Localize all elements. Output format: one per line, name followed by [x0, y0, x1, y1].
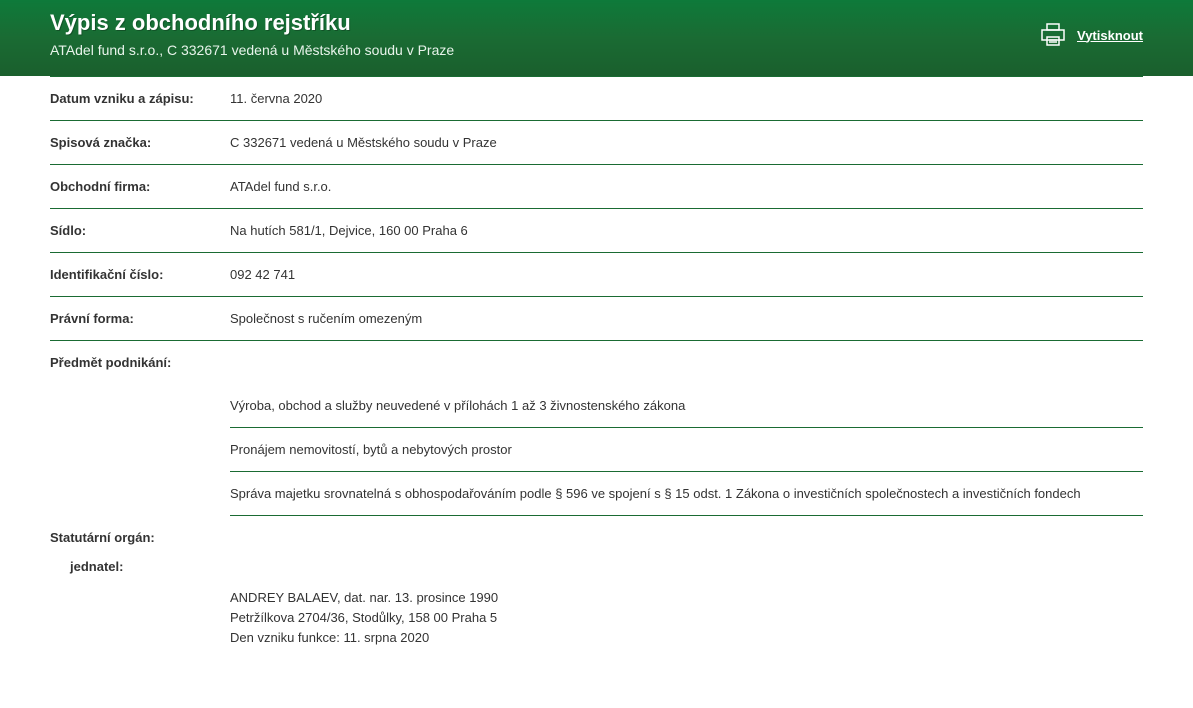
label-predmet: Předmět podnikání:	[50, 341, 1143, 384]
row-ic: Identifikační číslo: 092 42 741	[50, 253, 1143, 297]
label-spisova: Spisová značka:	[50, 135, 230, 150]
predmet-item: Výroba, obchod a služby neuvedené v příl…	[230, 384, 1143, 428]
predmet-item: Pronájem nemovitostí, bytů a nebytových …	[230, 427, 1143, 472]
label-jednatel: jednatel:	[50, 549, 1143, 578]
content-area: Datum vzniku a zápisu: 11. června 2020 S…	[0, 76, 1193, 698]
value-firma: ATAdel fund s.r.o.	[230, 179, 1143, 194]
page-subtitle: ATAdel fund s.r.o., C 332671 vedená u Mě…	[50, 42, 1143, 58]
page-title: Výpis z obchodního rejstříku	[50, 10, 1143, 36]
label-sidlo: Sídlo:	[50, 223, 230, 238]
row-datum: Datum vzniku a zápisu: 11. června 2020	[50, 76, 1143, 121]
row-spisova: Spisová značka: C 332671 vedená u Městsk…	[50, 121, 1143, 165]
label-firma: Obchodní firma:	[50, 179, 230, 194]
predmet-item: Správa majetku srovnatelná s obhospodařo…	[230, 471, 1143, 516]
value-spisova: C 332671 vedená u Městského soudu v Praz…	[230, 135, 1143, 150]
predmet-list: Výroba, obchod a služby neuvedené v příl…	[50, 384, 1143, 516]
print-area: Vytisknout	[1039, 22, 1143, 48]
row-firma: Obchodní firma: ATAdel fund s.r.o.	[50, 165, 1143, 209]
person-address-line: Petržílkova 2704/36, Stodůlky, 158 00 Pr…	[230, 608, 1143, 628]
print-icon	[1039, 22, 1067, 48]
person-block: ANDREY BALAEV, dat. nar. 13. prosince 19…	[50, 578, 1143, 658]
person-name-line: ANDREY BALAEV, dat. nar. 13. prosince 19…	[230, 588, 1143, 608]
value-sidlo: Na hutích 581/1, Dejvice, 160 00 Praha 6	[230, 223, 1143, 238]
value-forma: Společnost s ručením omezeným	[230, 311, 1143, 326]
label-datum: Datum vzniku a zápisu:	[50, 91, 230, 106]
label-forma: Právní forma:	[50, 311, 230, 326]
row-sidlo: Sídlo: Na hutích 581/1, Dejvice, 160 00 …	[50, 209, 1143, 253]
row-forma: Právní forma: Společnost s ručením omeze…	[50, 297, 1143, 341]
label-ic: Identifikační číslo:	[50, 267, 230, 282]
value-datum: 11. června 2020	[230, 91, 1143, 106]
page-header: Výpis z obchodního rejstříku ATAdel fund…	[0, 0, 1193, 76]
person-function-line: Den vzniku funkce: 11. srpna 2020	[230, 628, 1143, 648]
label-statutarni: Statutární orgán:	[50, 516, 1143, 549]
print-link[interactable]: Vytisknout	[1077, 28, 1143, 43]
value-ic: 092 42 741	[230, 267, 1143, 282]
